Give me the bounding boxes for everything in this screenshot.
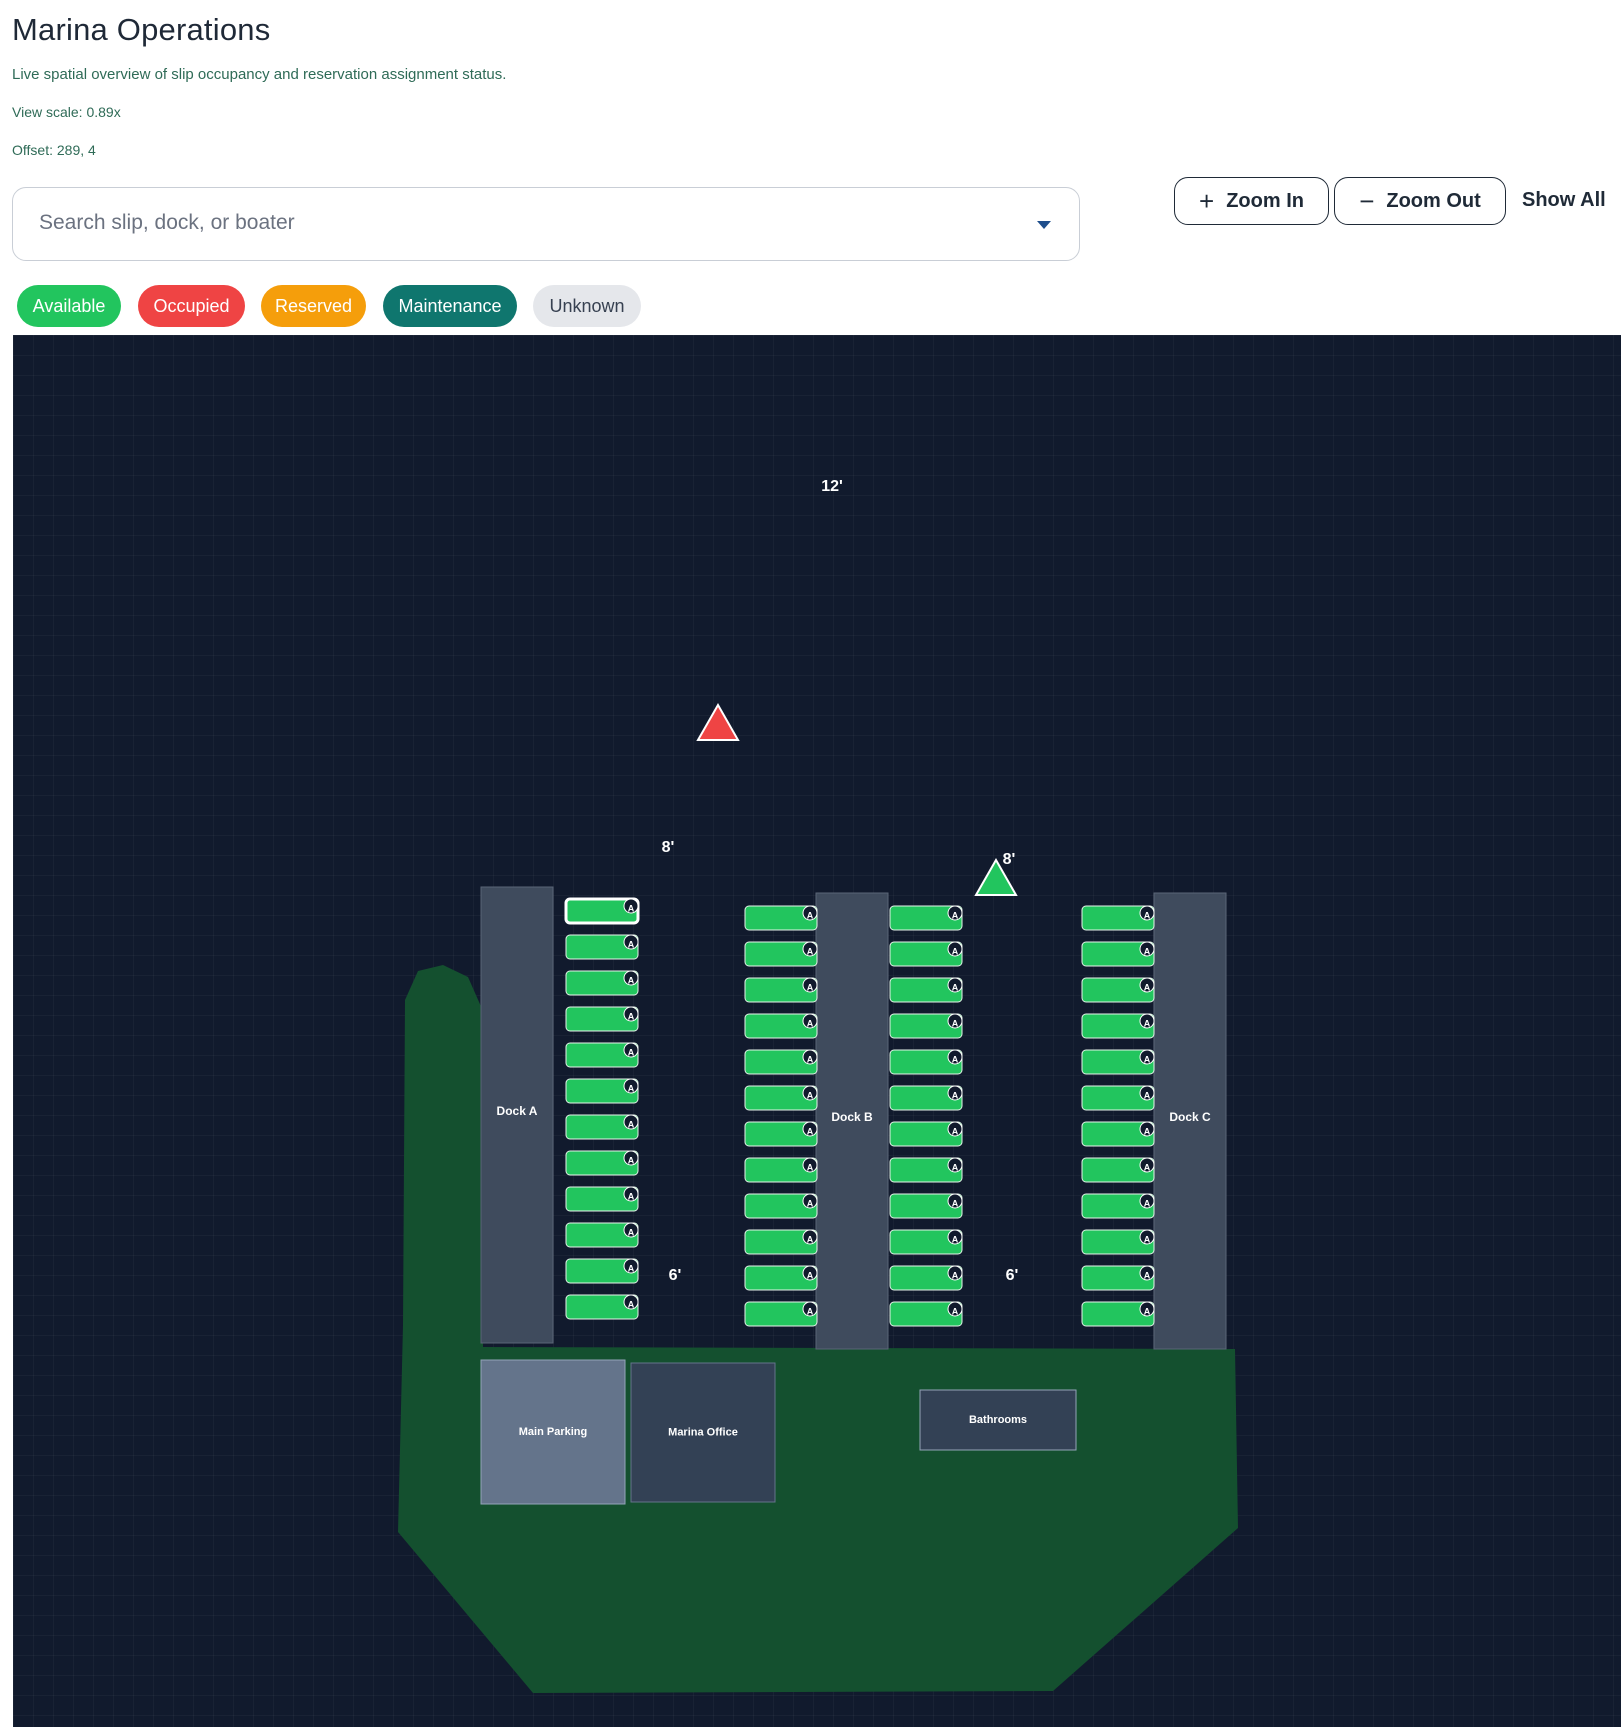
view-scale-readout: View scale: 0.89x	[12, 104, 121, 120]
slip-badge-label: A	[952, 1270, 959, 1280]
legend-chip-maintenance[interactable]: Maintenance	[383, 285, 517, 327]
slip-badge-label: A	[807, 1054, 814, 1064]
slip-badge-label: A	[807, 910, 814, 920]
zoom-out-label: Zoom Out	[1386, 189, 1481, 212]
slip-badge-label: A	[952, 1126, 959, 1136]
legend-chip-occupied[interactable]: Occupied	[138, 285, 245, 327]
slip-badge-label: A	[1144, 1234, 1151, 1244]
slip-badge-label: A	[807, 1306, 814, 1316]
dock-label: Dock C	[1169, 1110, 1211, 1124]
search-input[interactable]	[37, 210, 1001, 236]
slip-badge-label: A	[952, 946, 959, 956]
slip-badge-label: A	[952, 1198, 959, 1208]
dock-label: Dock B	[831, 1110, 873, 1124]
page-subtitle: Live spatial overview of slip occupancy …	[12, 66, 507, 83]
zoom-in-label: Zoom In	[1226, 189, 1304, 212]
marina-map-canvas[interactable]: 12' 8' 8' 6' 6' Dock A A A A A A A A A A A A A Dock B A A A A A…	[13, 335, 1621, 1727]
zoom-out-button[interactable]: − Zoom Out	[1334, 177, 1506, 225]
building-label: Bathrooms	[969, 1414, 1027, 1426]
slip-badge-label: A	[952, 1162, 959, 1172]
slip-badge-label: A	[1144, 910, 1151, 920]
slip-badge-label: A	[628, 1119, 635, 1129]
slip-badge-label: A	[628, 975, 635, 985]
slip-badge-label: A	[952, 982, 959, 992]
slip-badge-label: A	[1144, 1054, 1151, 1064]
dimension-label: 12'	[821, 478, 843, 495]
page-header: Marina Operations	[12, 0, 270, 48]
page-title: Marina Operations	[12, 12, 271, 47]
slip-badge-label: A	[807, 1018, 814, 1028]
slip-badge-label: A	[952, 1090, 959, 1100]
minus-icon: −	[1359, 185, 1375, 216]
slip-badge-label: A	[628, 1263, 635, 1273]
slip-badge-label: A	[628, 1299, 635, 1309]
slip-badge-label: A	[1144, 1270, 1151, 1280]
marker-triangle-1[interactable]	[696, 702, 740, 741]
slip-badge-label: A	[807, 1126, 814, 1136]
slip-badge-label: A	[1144, 982, 1151, 992]
dimension-label: 6'	[669, 1267, 682, 1284]
plus-icon: +	[1199, 185, 1215, 216]
chevron-down-icon[interactable]	[1037, 221, 1051, 229]
dimension-label: 6'	[1006, 1267, 1019, 1284]
slip-badge-label: A	[628, 1227, 635, 1237]
offset-readout: Offset: 289, 4	[12, 142, 96, 158]
slip-badge-label: A	[1144, 946, 1151, 956]
zoom-in-button[interactable]: + Zoom In	[1174, 177, 1329, 225]
slip-badge-label: A	[1144, 1306, 1151, 1316]
slip-badge-label: A	[807, 1270, 814, 1280]
slip-badge-label: A	[952, 910, 959, 920]
building-label: Marina Office	[668, 1426, 738, 1438]
slip-badge-label: A	[807, 982, 814, 992]
legend-chip-reserved[interactable]: Reserved	[261, 285, 366, 327]
show-all-button[interactable]: Show All	[1522, 189, 1606, 212]
slip-badge-label: A	[1144, 1018, 1151, 1028]
slip-badge-label: A	[807, 1234, 814, 1244]
slip-badge-label: A	[628, 1155, 635, 1165]
slip-badge-label: A	[807, 946, 814, 956]
slip-badge-label: A	[807, 1090, 814, 1100]
slip-badge-label: A	[628, 1191, 635, 1201]
legend-chip-unknown[interactable]: Unknown	[533, 285, 641, 327]
dimension-label: 8'	[1003, 851, 1016, 868]
slip-badge-label: A	[1144, 1198, 1151, 1208]
legend-chip-available[interactable]: Available	[17, 285, 121, 327]
slip-badge-label: A	[1144, 1126, 1151, 1136]
building-label: Main Parking	[519, 1426, 587, 1438]
marina-map[interactable]: 12' 8' 8' 6' 6' Dock A A A A A A A A A A A A A Dock B A A A A A…	[13, 335, 1621, 1727]
slip-badge-label: A	[628, 1047, 635, 1057]
slip-badge-label: A	[952, 1306, 959, 1316]
slip-badge-label: A	[952, 1234, 959, 1244]
slip-badge-label: A	[628, 1083, 635, 1093]
slip-badge-label: A	[952, 1018, 959, 1028]
slip-badge-label: A	[1144, 1090, 1151, 1100]
slip-badge-label: A	[952, 1054, 959, 1064]
slip-badge-label: A	[628, 903, 635, 913]
slip-badge-label: A	[628, 939, 635, 949]
dock-label: Dock A	[497, 1104, 538, 1118]
slip-badge-label: A	[628, 1011, 635, 1021]
slip-badge-label: A	[807, 1198, 814, 1208]
slip-badge-label: A	[807, 1162, 814, 1172]
slip-badge-label: A	[1144, 1162, 1151, 1172]
search-combobox[interactable]	[12, 187, 1080, 261]
dimension-label: 8'	[662, 839, 675, 856]
